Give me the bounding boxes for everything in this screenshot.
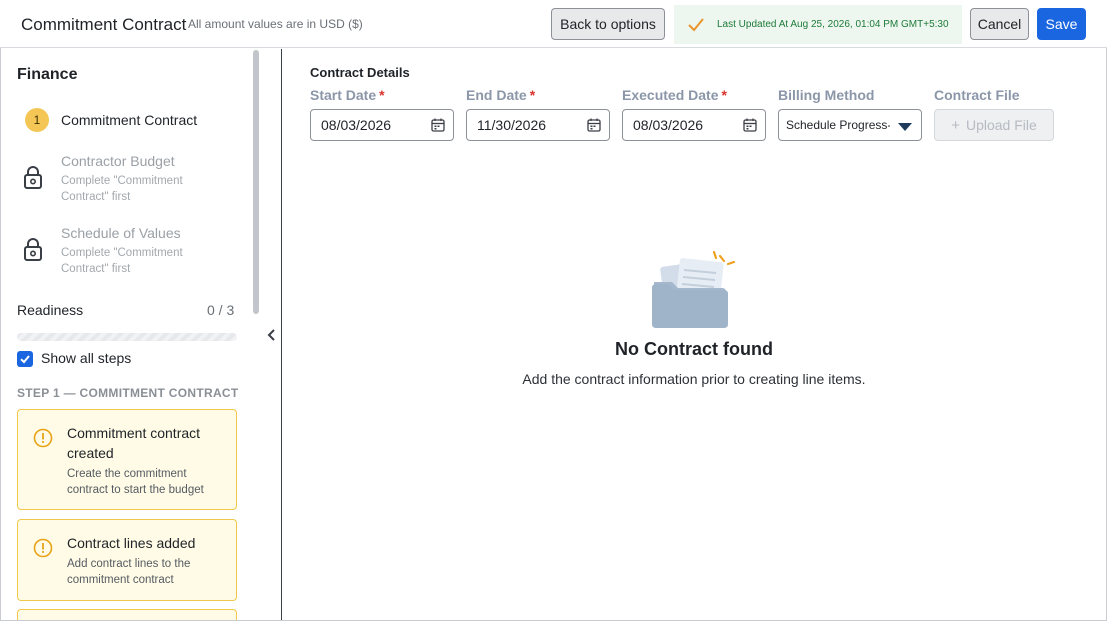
checkmark-icon [688,17,704,31]
sidebar-item-commitment-contract[interactable]: Commitment Contract [61,112,197,128]
task-card-title: Commitment contract created [67,425,201,461]
finance-sidebar: Finance 1 Commitment Contract Contractor… [1,49,260,620]
billing-method-select[interactable]: Schedule Progress- [778,109,922,141]
last-updated-text: Last Updated At Aug 25, 2026, 01:04 PM G… [717,19,949,30]
calendar-icon[interactable] [743,118,757,132]
calendar-icon[interactable] [587,118,601,132]
start-date-label-text: Start Date [310,87,377,103]
required-marker: * [529,87,536,103]
readiness-count: 0 / 3 [207,302,235,318]
locked-hint: Complete "Commitment Contract" first [61,175,183,203]
currency-note: All amount values are in USD ($) [188,17,363,31]
task-card-title: Contract lines added [67,535,196,551]
contract-file-label: Contract File [934,87,1020,103]
back-to-options-button[interactable]: Back to options [551,8,665,40]
locked-hint: Complete "Commitment Contract" first [61,247,183,275]
executed-date-input[interactable]: 08/03/2026 [622,109,766,141]
page-title: Commitment Contract [21,15,187,34]
warning-icon [33,538,53,558]
required-marker: * [721,87,727,103]
sidebar-scrollbar[interactable] [253,50,259,314]
panel-divider [281,49,282,620]
executed-date-value: 08/03/2026 [633,117,704,133]
sidebar-item-schedule-of-values: Schedule of Values [61,225,181,241]
billing-method-label: Billing Method [778,87,875,103]
end-date-label: End Date * [466,87,535,103]
end-date-value: 11/30/2026 [477,117,547,133]
upload-file-label: Upload File [965,117,1037,133]
calendar-icon[interactable] [431,118,445,132]
cancel-button[interactable]: Cancel [970,8,1029,40]
start-date-value: 08/03/2026 [321,117,392,133]
required-marker: * [379,87,385,103]
start-date-input[interactable]: 08/03/2026 [310,109,454,141]
task-card[interactable]: Commitment contract created Create the c… [17,409,237,510]
sidebar-heading: Finance [17,66,78,83]
task-card-description: Add contract lines to the commitment con… [67,558,191,586]
executed-date-label-text: Executed Date [622,87,719,103]
task-card[interactable] [17,609,237,620]
billing-method-value: Schedule Progress- [786,118,890,132]
last-updated-status: Last Updated At Aug 25, 2026, 01:04 PM G… [674,5,962,44]
plus-icon: + [951,116,960,134]
task-card[interactable]: Contract lines added Add contract lines … [17,519,237,601]
empty-state-title: No Contract found [615,339,773,359]
lock-icon [24,166,42,189]
step-caption: STEP 1 — COMMITMENT CONTRACT [17,386,239,400]
warning-icon [33,428,53,448]
empty-state-description: Add the contract information prior to cr… [522,371,866,387]
end-date-input[interactable]: 11/30/2026 [466,109,610,141]
step-number-badge: 1 [25,108,49,132]
header-bar: Commitment Contract All amount values ar… [0,0,1107,48]
sidebar-item-contractor-budget: Contractor Budget [61,153,175,169]
save-button[interactable]: Save [1037,8,1086,40]
task-card-description: Create the commitment contract to start … [67,468,204,496]
contract-details-heading: Contract Details [310,65,410,80]
caret-down-icon [898,123,912,131]
executed-date-label: Executed Date * [622,87,727,103]
empty-folder-illustration [652,250,736,328]
start-date-label: Start Date * [310,87,385,103]
lock-icon [24,238,42,261]
readiness-label: Readiness [17,302,84,318]
end-date-label-text: End Date [466,87,527,103]
upload-file-button[interactable]: + Upload File [934,109,1054,141]
